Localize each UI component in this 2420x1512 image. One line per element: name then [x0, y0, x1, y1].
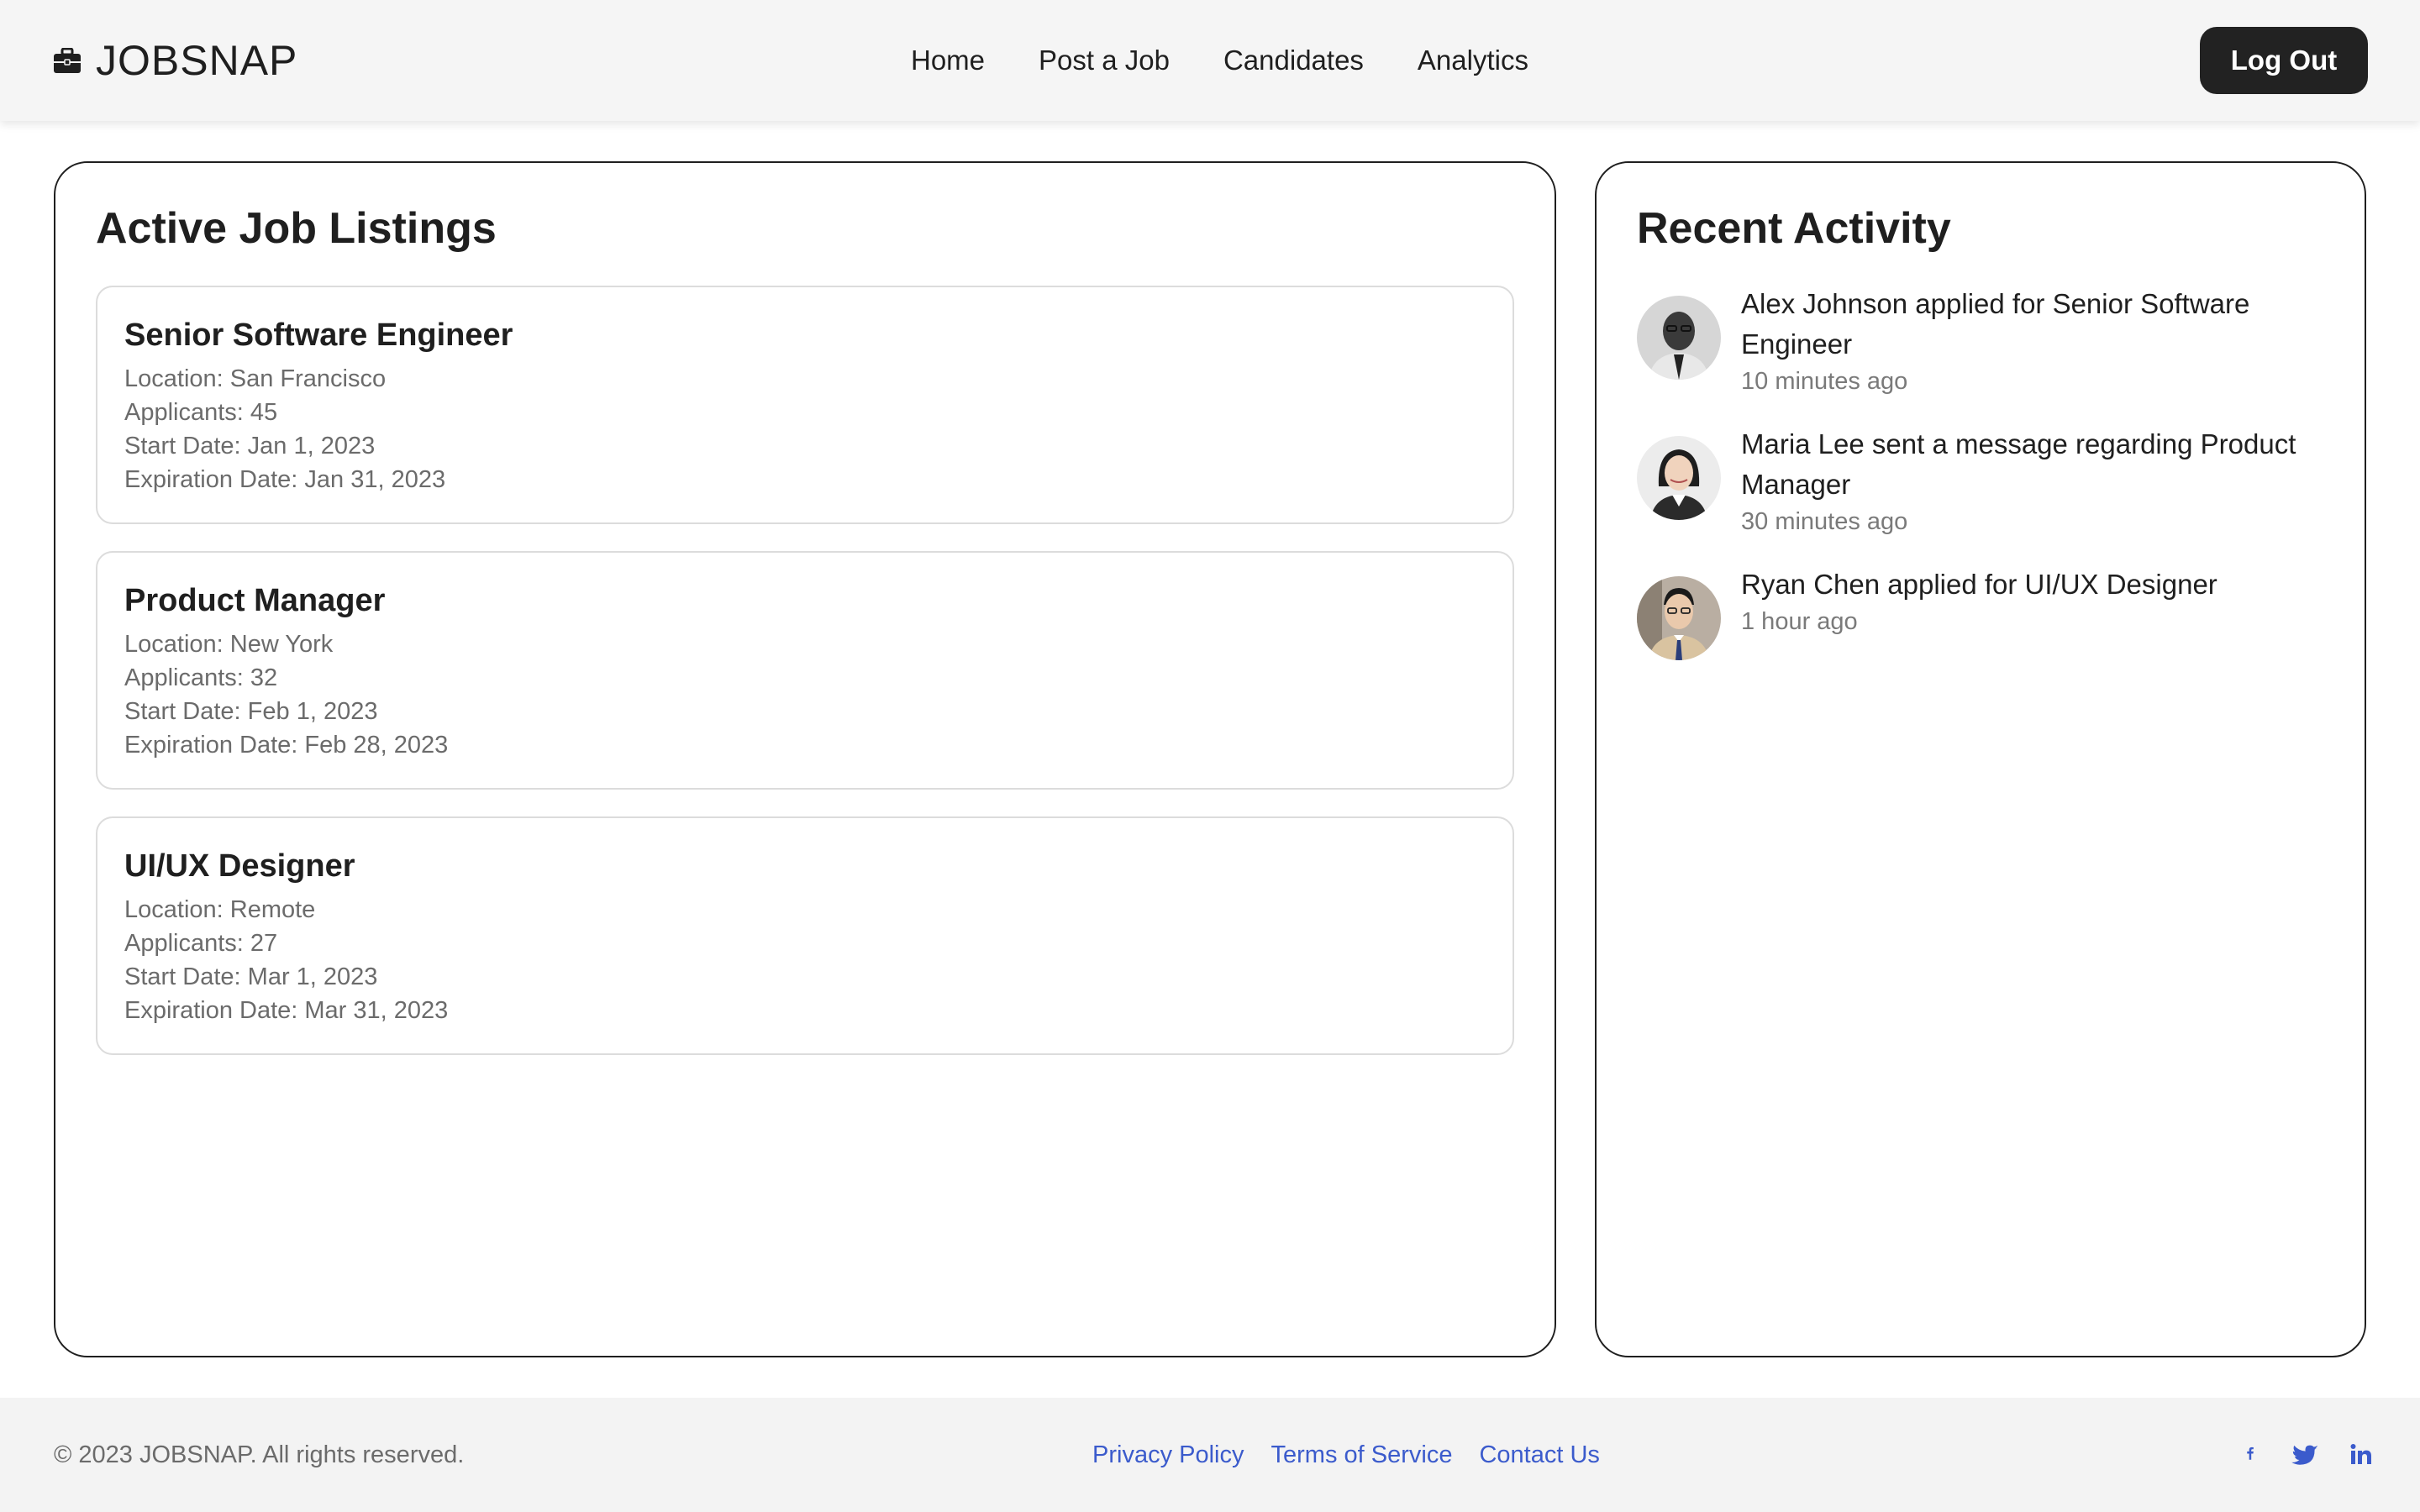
job-listings-title: Active Job Listings [96, 204, 497, 253]
facebook-icon[interactable] [2235, 1440, 2265, 1470]
job-start-date: Start Date: Jan 1, 2023 [124, 433, 376, 459]
job-title: Product Manager [124, 583, 386, 618]
job-location: Location: New York [124, 631, 334, 658]
activity-item[interactable]: Alex Johnson applied for Senior Software… [1637, 284, 2326, 398]
job-applicants: Applicants: 27 [124, 930, 278, 957]
activity-item[interactable]: Ryan Chen applied for UI/UX Designer 1 h… [1637, 564, 2326, 660]
terms-of-service-link[interactable]: Terms of Service [1271, 1438, 1453, 1472]
social-links [2235, 1440, 2376, 1470]
job-expiration-date: Expiration Date: Mar 31, 2023 [124, 997, 449, 1024]
logout-button[interactable]: Log Out [2200, 27, 2368, 94]
nav-post-a-job[interactable]: Post a Job [1039, 45, 1170, 76]
activity-item[interactable]: Maria Lee sent a message regarding Produ… [1637, 424, 2326, 538]
job-location: Location: San Francisco [124, 365, 387, 392]
linkedin-icon[interactable] [2346, 1440, 2376, 1470]
activity-text: Alex Johnson applied for Senior Software… [1741, 288, 2250, 360]
job-listings-panel: Active Job Listings Senior Software Engi… [54, 161, 1556, 1357]
brand-name: JOBSNAP [96, 37, 298, 84]
job-location: Location: Remote [124, 896, 316, 923]
avatar [1637, 576, 1721, 660]
contact-us-link[interactable]: Contact Us [1479, 1438, 1599, 1472]
nav-analytics[interactable]: Analytics [1418, 45, 1528, 76]
copyright-text: © 2023 JOBSNAP. All rights reserved. [54, 1441, 465, 1468]
job-card[interactable]: UI/UX Designer Location: Remote Applican… [96, 816, 1514, 1055]
activity-text: Ryan Chen applied for UI/UX Designer [1741, 569, 2217, 600]
privacy-policy-link[interactable]: Privacy Policy [1092, 1438, 1244, 1472]
job-card[interactable]: Product Manager Location: New York Appli… [96, 551, 1514, 790]
main-nav: Home Post a Job Candidates Analytics [911, 37, 1528, 84]
job-title: UI/UX Designer [124, 848, 355, 884]
top-navbar: JOBSNAP Home Post a Job Candidates Analy… [0, 0, 2420, 121]
nav-candidates[interactable]: Candidates [1223, 45, 1364, 76]
job-expiration-date: Expiration Date: Jan 31, 2023 [124, 466, 446, 493]
briefcase-icon [54, 48, 81, 73]
activity-time: 1 hour ago [1741, 608, 1858, 635]
avatar [1637, 436, 1721, 520]
job-card[interactable]: Senior Software Engineer Location: San F… [96, 286, 1514, 524]
nav-home[interactable]: Home [911, 45, 985, 76]
job-expiration-date: Expiration Date: Feb 28, 2023 [124, 732, 449, 759]
job-start-date: Start Date: Mar 1, 2023 [124, 963, 378, 990]
job-applicants: Applicants: 32 [124, 664, 278, 691]
recent-activity-title: Recent Activity [1637, 204, 1951, 253]
footer-links: Privacy Policy Terms of Service Contact … [1092, 1438, 1600, 1472]
activity-text: Maria Lee sent a message regarding Produ… [1741, 428, 2296, 500]
job-start-date: Start Date: Feb 1, 2023 [124, 698, 378, 725]
brand-logo[interactable]: JOBSNAP [54, 34, 297, 87]
job-title: Senior Software Engineer [124, 318, 513, 353]
footer: © 2023 JOBSNAP. All rights reserved. Pri… [0, 1398, 2420, 1512]
recent-activity-panel: Recent Activity Alex Johnson applied for… [1595, 161, 2366, 1357]
avatar [1637, 296, 1721, 380]
twitter-icon[interactable] [2291, 1440, 2321, 1470]
job-applicants: Applicants: 45 [124, 399, 278, 426]
activity-time: 10 minutes ago [1741, 368, 1908, 395]
activity-time: 30 minutes ago [1741, 508, 1908, 535]
